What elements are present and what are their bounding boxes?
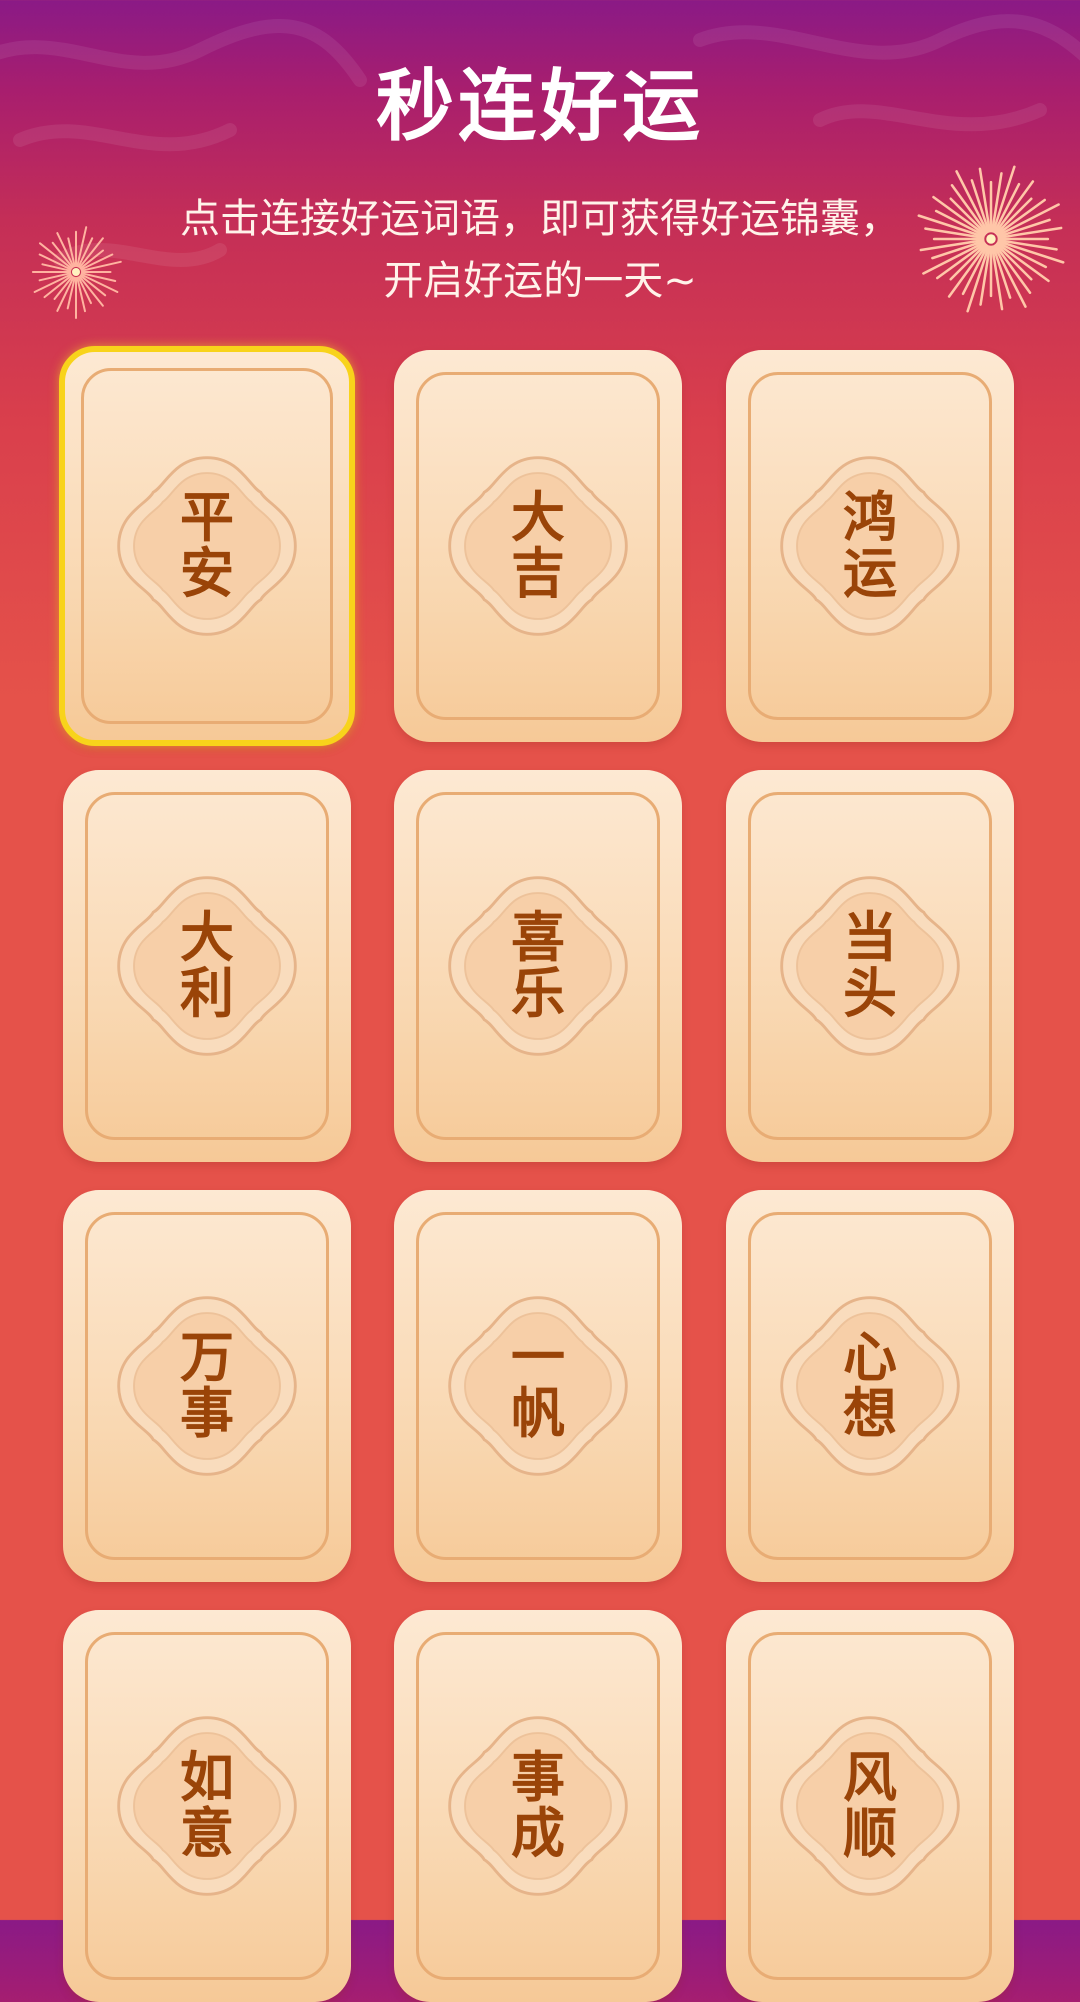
card-inner-frame: 平安	[81, 368, 333, 724]
card-inner-frame: 如意	[85, 1632, 329, 1980]
word-card[interactable]: 大吉	[394, 350, 682, 742]
card-inner-frame: 风顺	[748, 1632, 992, 1980]
card-word: 喜乐	[511, 906, 565, 1025]
card-word: 心想	[843, 1326, 897, 1445]
card-word: 事成	[511, 1746, 565, 1865]
card-word: 大吉	[511, 486, 565, 605]
word-card[interactable]: 一帆	[394, 1190, 682, 1582]
card-inner-frame: 当头	[748, 792, 992, 1140]
card-inner-frame: 喜乐	[416, 792, 660, 1140]
card-inner-frame: 鸿运	[748, 372, 992, 720]
word-card[interactable]: 如意	[63, 1610, 351, 2002]
card-inner-frame: 大利	[85, 792, 329, 1140]
word-card[interactable]: 平安	[59, 346, 355, 746]
card-word: 大利	[180, 906, 234, 1025]
card-word: 风顺	[843, 1746, 897, 1865]
card-word: 万事	[180, 1326, 234, 1445]
word-card[interactable]: 风顺	[726, 1610, 1014, 2002]
card-inner-frame: 心想	[748, 1212, 992, 1560]
word-card[interactable]: 事成	[394, 1610, 682, 2002]
word-card[interactable]: 当头	[726, 770, 1014, 1162]
word-card[interactable]: 大利	[63, 770, 351, 1162]
card-inner-frame: 万事	[85, 1212, 329, 1560]
word-card-grid: 平安 大吉 鸿运大利 喜乐 当头万事 一帆 心想如意 事成 风顺	[0, 0, 1080, 2002]
card-word: 平安	[180, 486, 234, 605]
card-inner-frame: 大吉	[416, 372, 660, 720]
word-card[interactable]: 喜乐	[394, 770, 682, 1162]
card-word: 当头	[843, 906, 897, 1025]
card-inner-frame: 一帆	[416, 1212, 660, 1560]
word-card[interactable]: 心想	[726, 1190, 1014, 1582]
word-card[interactable]: 鸿运	[726, 350, 1014, 742]
card-word: 如意	[180, 1746, 234, 1865]
card-word: 鸿运	[843, 486, 897, 605]
word-card[interactable]: 万事	[63, 1190, 351, 1582]
card-word: 一帆	[511, 1326, 565, 1445]
card-inner-frame: 事成	[416, 1632, 660, 1980]
